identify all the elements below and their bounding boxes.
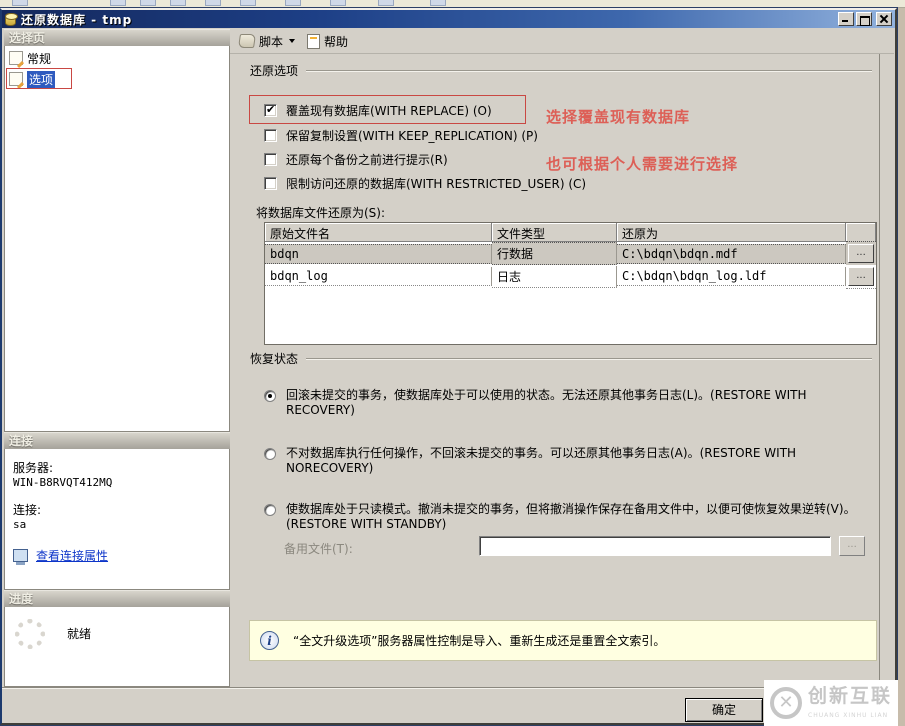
checkbox-label: 覆盖现有数据库(WITH REPLACE) (O) — [286, 102, 492, 119]
checkbox-overwrite-database[interactable]: 覆盖现有数据库(WITH REPLACE) (O) — [264, 102, 492, 118]
page-icon — [9, 51, 23, 65]
cell-file-type[interactable]: 日志 — [492, 266, 617, 288]
checkbox-icon[interactable] — [264, 177, 277, 190]
checkbox-label: 保留复制设置(WITH KEEP_REPLICATION) (P) — [286, 127, 538, 144]
column-header-restore-as[interactable]: 还原为 — [617, 223, 846, 242]
background-toolbar-strip — [0, 0, 905, 8]
connection-header: 连接 — [4, 432, 230, 449]
progress-status: 就绪 — [67, 625, 91, 642]
checkbox-icon[interactable] — [264, 104, 277, 117]
cell-restore-as[interactable]: C:\bdqn\bdqn.mdf — [617, 244, 846, 264]
checkbox-icon[interactable] — [264, 153, 277, 166]
restore-files-table: 原始文件名 文件类型 还原为 bdqn 行数据 C:\bdqn\bdqn.mdf… — [264, 222, 877, 345]
checkbox-prompt-before-restore[interactable]: 还原每个备份之前进行提示(R) — [264, 151, 448, 167]
connection-properties-icon — [13, 549, 28, 562]
restore-files-label: 将数据库文件还原为(S): — [256, 204, 385, 221]
view-connection-properties-link[interactable]: 查看连接属性 — [36, 547, 108, 564]
progress-panel: 就绪 — [4, 607, 230, 687]
ok-button[interactable]: 确定 — [685, 698, 763, 722]
radio-label: 不对数据库执行任何操作，不回滚未提交的事务。可以还原其他事务日志(A)。(RES… — [286, 446, 874, 476]
server-label: 服务器: — [13, 459, 221, 476]
dialog-footer: 确定 — [2, 687, 895, 723]
sidebar-item-general[interactable]: 常规 — [5, 49, 229, 67]
radio-restore-with-standby[interactable]: 使数据库处于只读模式。撤消未提交的事务，但将撤消操作保存在备用文件中，以便可使恢… — [264, 502, 889, 532]
radio-icon[interactable] — [264, 448, 276, 460]
radio-restore-with-recovery[interactable]: 回滚未提交的事务，使数据库处于可以使用的状态。无法还原其他事务日志(L)。(RE… — [264, 388, 874, 418]
options-page-content: 还原选项 覆盖现有数据库(WITH REPLACE) (O) 保留复制设置(WI… — [231, 54, 880, 687]
cell-original-file[interactable]: bdqn — [265, 244, 492, 264]
checkbox-label: 限制访问还原的数据库(WITH RESTRICTED_USER) (C) — [286, 175, 586, 192]
column-header-file-type[interactable]: 文件类型 — [492, 223, 617, 242]
radio-icon[interactable] — [264, 504, 276, 516]
info-bar: i “全文升级选项”服务器属性控制是导入、重新生成还是重置全文索引。 — [249, 620, 877, 661]
column-header-browse — [846, 223, 876, 242]
radio-label: 使数据库处于只读模式。撤消未提交的事务，但将撤消操作保存在备用文件中，以便可使恢… — [286, 502, 856, 532]
title-bar[interactable]: 还原数据库 - tmp — [2, 10, 895, 28]
table-row[interactable]: bdqn_log 日志 C:\bdqn\bdqn_log.ldf ... — [265, 265, 876, 288]
checkbox-restricted-user[interactable]: 限制访问还原的数据库(WITH RESTRICTED_USER) (C) — [264, 175, 586, 191]
standby-file-label: 备用文件(T): — [284, 540, 353, 557]
connection-panel: 服务器: WIN-B8RVQT412MQ 连接: sa 查看连接属性 — [4, 449, 230, 590]
info-message: “全文升级选项”服务器属性控制是导入、重新生成还是重置全文索引。 — [293, 632, 665, 649]
help-icon — [307, 34, 320, 49]
connection-value: sa — [13, 518, 221, 531]
progress-spinner-icon — [15, 619, 45, 649]
progress-header: 进度 — [4, 590, 230, 607]
close-button[interactable] — [876, 12, 892, 26]
chevron-down-icon — [289, 39, 295, 43]
restore-options-group-label: 还原选项 — [250, 62, 298, 79]
radio-restore-with-norecovery[interactable]: 不对数据库执行任何操作，不回滚未提交的事务。可以还原其他事务日志(A)。(RES… — [264, 446, 874, 476]
script-button[interactable]: 脚本 — [236, 31, 298, 52]
script-icon — [238, 34, 256, 48]
radio-icon[interactable] — [264, 390, 276, 402]
window-title: 还原数据库 - tmp — [21, 11, 132, 28]
standby-browse-button[interactable]: ... — [839, 536, 865, 556]
cell-browse: ... — [846, 241, 876, 266]
group-divider — [306, 70, 872, 72]
cell-restore-as[interactable]: C:\bdqn\bdqn_log.ldf — [617, 267, 846, 286]
minimize-button[interactable] — [838, 12, 854, 26]
sidebar-item-options[interactable]: 选项 — [5, 70, 229, 88]
table-header-row: 原始文件名 文件类型 还原为 — [265, 223, 876, 242]
browse-button[interactable]: ... — [848, 267, 874, 286]
radio-label: 回滚未提交的事务，使数据库处于可以使用的状态。无法还原其他事务日志(L)。(RE… — [286, 388, 874, 418]
checkbox-keep-replication[interactable]: 保留复制设置(WITH KEEP_REPLICATION) (P) — [264, 127, 538, 143]
recovery-state-group-label: 恢复状态 — [250, 350, 298, 367]
restore-database-dialog: 还原数据库 - tmp 选择页 常规 选项 连接 服务器: WIN-B8RVQT… — [0, 8, 897, 725]
annotation-red-box-options — [6, 68, 72, 89]
cell-browse: ... — [846, 265, 876, 289]
table-row[interactable]: bdqn 行数据 C:\bdqn\bdqn.mdf ... — [265, 242, 876, 265]
maximize-button[interactable] — [856, 12, 872, 26]
script-label: 脚本 — [259, 33, 283, 50]
cell-file-type[interactable]: 行数据 — [492, 242, 617, 265]
database-icon — [5, 13, 16, 26]
watermark: ✕ 创新互联 CHUANG XINHU LIAN — [764, 680, 898, 726]
watermark-name: 创新互联 — [808, 685, 892, 707]
help-button[interactable]: 帮助 — [304, 31, 351, 52]
watermark-logo-icon: ✕ — [770, 687, 802, 719]
server-value: WIN-B8RVQT412MQ — [13, 476, 221, 489]
help-label: 帮助 — [324, 33, 348, 50]
info-icon: i — [260, 631, 279, 650]
annotation-text-2: 也可根据个人需要进行选择 — [546, 153, 738, 174]
annotation-text-1: 选择覆盖现有数据库 — [546, 106, 690, 127]
standby-file-input[interactable] — [479, 536, 831, 556]
select-page-header: 选择页 — [4, 29, 230, 46]
checkbox-label: 还原每个备份之前进行提示(R) — [286, 151, 448, 168]
group-divider — [306, 358, 872, 360]
browse-button[interactable]: ... — [848, 244, 874, 263]
dialog-toolbar: 脚本 帮助 — [230, 29, 894, 54]
checkbox-icon[interactable] — [264, 129, 277, 142]
watermark-subtitle: CHUANG XINHU LIAN — [808, 712, 888, 719]
select-page-list: 常规 选项 — [4, 46, 230, 432]
column-header-original-file[interactable]: 原始文件名 — [265, 223, 492, 242]
sidebar-item-label: 常规 — [27, 50, 51, 67]
cell-original-file[interactable]: bdqn_log — [265, 267, 492, 286]
connection-label: 连接: — [13, 501, 221, 518]
